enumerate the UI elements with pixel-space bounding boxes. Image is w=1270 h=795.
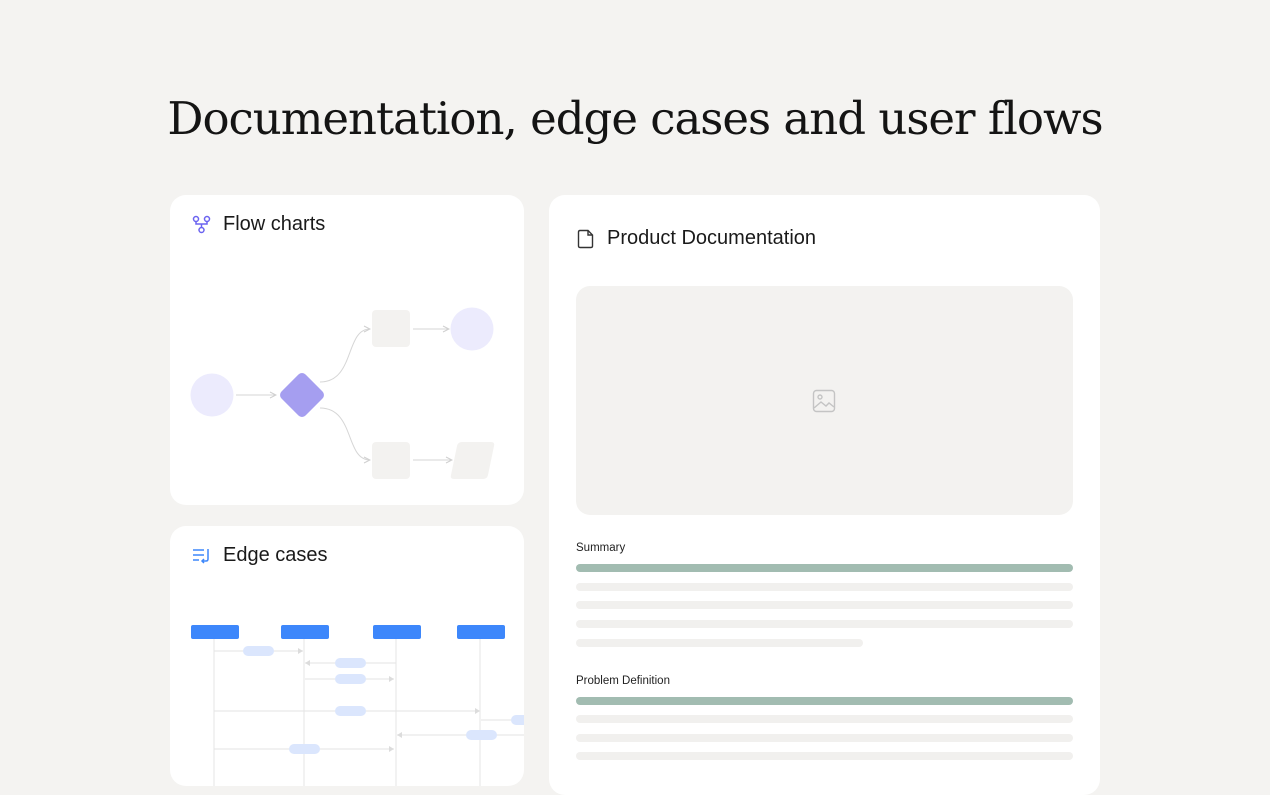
summary-heading-bar (576, 564, 1073, 572)
arrow-head (397, 732, 402, 738)
problem-heading-bar (576, 697, 1073, 705)
product-documentation-title: Product Documentation (607, 227, 816, 250)
problem-text-line (576, 752, 1073, 760)
actor-box (281, 625, 329, 639)
message-label-pill (335, 658, 366, 668)
decision-node (278, 371, 326, 419)
product-documentation-card: Product Documentation Summary Problem De… (549, 195, 1100, 795)
flow-chart-diagram (170, 195, 524, 505)
product-documentation-header: Product Documentation (577, 227, 816, 250)
image-placeholder (576, 286, 1073, 515)
summary-text-line (576, 601, 1073, 609)
flow-charts-card: Flow charts (170, 195, 524, 505)
sequence-diagram (170, 526, 524, 786)
arrow-head (475, 708, 480, 714)
arrow-head (305, 660, 310, 666)
message-label-pill (335, 674, 366, 684)
actor-box (191, 625, 239, 639)
problem-text-line (576, 734, 1073, 742)
actor-box (457, 625, 505, 639)
edge-cases-card: Edge cases (170, 526, 524, 786)
arrow-head (298, 648, 303, 654)
message-label-pill (289, 744, 320, 754)
process-node-bottom (372, 442, 410, 479)
arrow-head (389, 676, 394, 682)
problem-text-line (576, 715, 1073, 723)
arrow-head (389, 746, 394, 752)
image-icon (812, 389, 836, 413)
summary-label: Summary (576, 542, 625, 554)
summary-text-line (576, 639, 863, 647)
document-icon (577, 229, 595, 249)
start-node (191, 374, 234, 417)
summary-text-line (576, 583, 1073, 591)
process-node-top (372, 310, 410, 347)
summary-text-line (576, 620, 1073, 628)
message-label-pill (335, 706, 366, 716)
message-label-pill (466, 730, 497, 740)
data-node (451, 442, 494, 479)
message-label-pill (243, 646, 274, 656)
end-node (451, 308, 494, 351)
problem-definition-label: Problem Definition (576, 675, 670, 687)
actor-box (373, 625, 421, 639)
page-title: Documentation, edge cases and user flows (0, 92, 1270, 145)
message-label-pill (511, 715, 524, 725)
